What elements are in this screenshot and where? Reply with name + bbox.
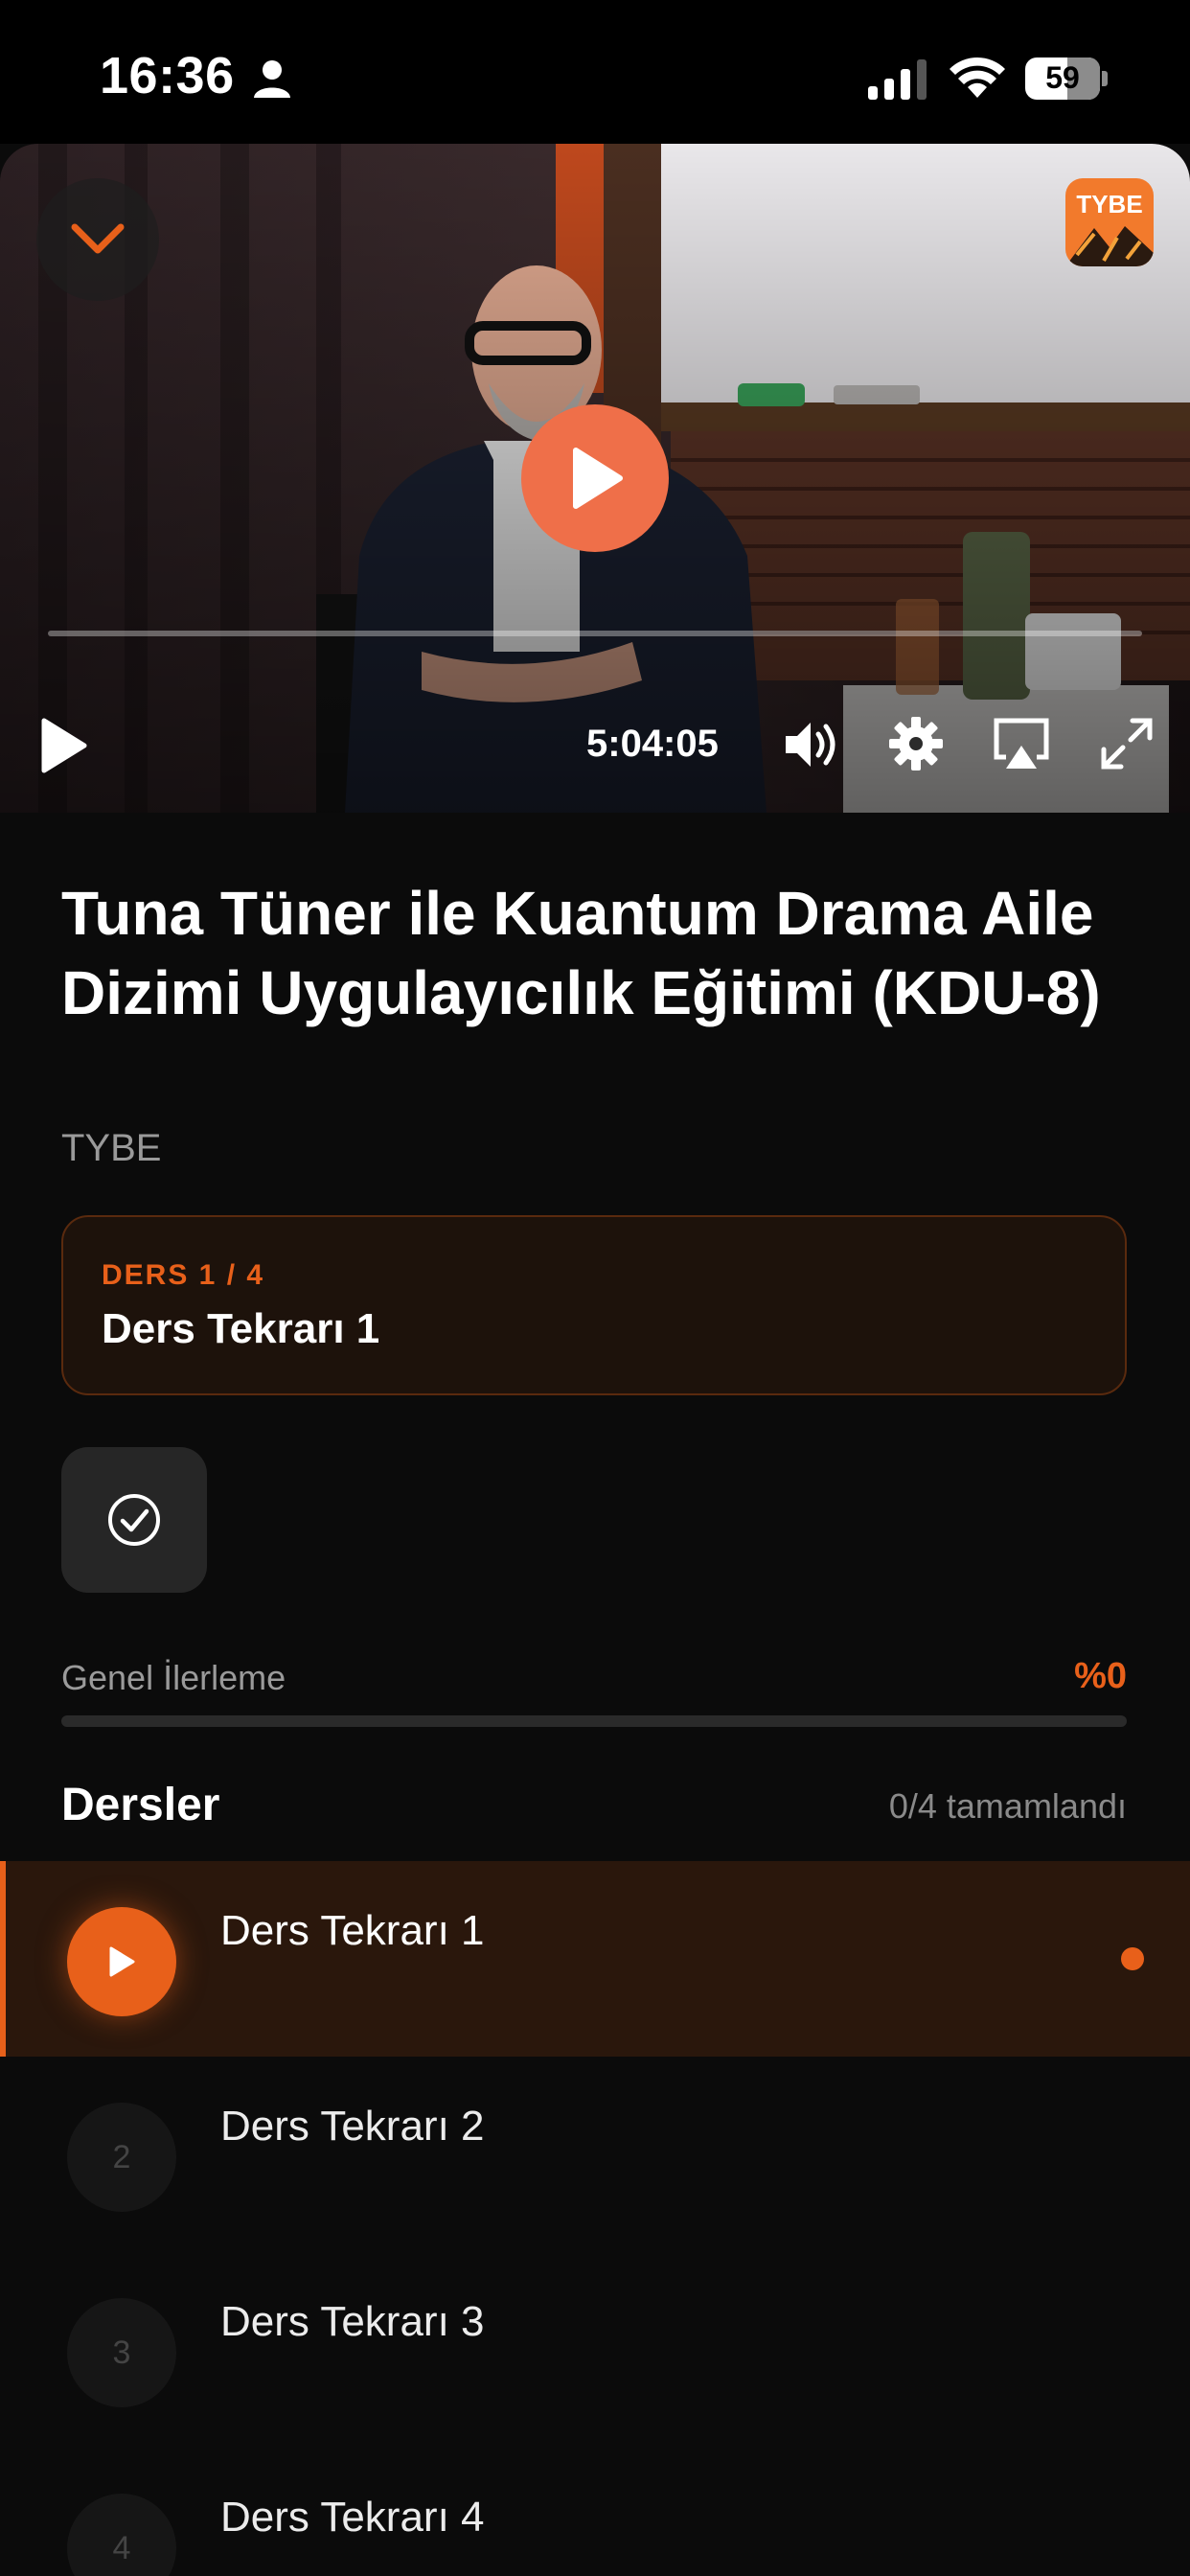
wifi-icon — [950, 57, 1005, 98]
video-timecode: 5:04:05 — [586, 723, 719, 765]
lessons-completed-count: 0/4 tamamlandı — [888, 1786, 1127, 1826]
center-play-button[interactable] — [521, 404, 669, 552]
chevron-down-icon — [71, 223, 125, 254]
volume-icon[interactable] — [782, 715, 841, 774]
logo-pattern-icon — [1065, 226, 1154, 266]
person-icon — [254, 60, 290, 98]
progress-label: Genel İlerleme — [61, 1658, 286, 1697]
lesson-number: 4 — [67, 2494, 176, 2576]
current-lesson-name: Ders Tekrarı 1 — [102, 1305, 380, 1352]
gear-icon[interactable] — [887, 715, 945, 772]
lesson-row-2[interactable]: 2 Ders Tekrarı 2 — [0, 2057, 1190, 2252]
check-circle-icon — [108, 1494, 160, 1546]
lesson-title: Ders Tekrarı 1 — [220, 1907, 485, 1954]
progress-value: %0 — [1074, 1656, 1127, 1696]
progress-bar — [61, 1715, 1127, 1727]
battery-icon: 59 — [1025, 58, 1108, 100]
video-scrubber[interactable] — [48, 631, 1142, 636]
video-player[interactable]: TYBE 5:04:05 — [0, 144, 1190, 813]
lessons-heading: Dersler — [61, 1780, 220, 1830]
current-lesson-index: DERS 1 / 4 — [102, 1259, 265, 1291]
play-icon — [573, 448, 623, 509]
lesson-title: Ders Tekrarı 3 — [220, 2298, 485, 2345]
lesson-play-button[interactable] — [67, 1907, 176, 2016]
lesson-row-4[interactable]: 4 Ders Tekrarı 4 — [0, 2448, 1190, 2576]
mark-complete-button[interactable] — [61, 1447, 207, 1593]
play-icon — [109, 1946, 135, 1977]
airplay-icon[interactable] — [993, 715, 1050, 772]
lesson-row-3[interactable]: 3 Ders Tekrarı 3 — [0, 2252, 1190, 2448]
fullscreen-icon[interactable] — [1098, 715, 1156, 772]
battery-level: 59 — [1045, 60, 1080, 95]
collapse-button[interactable] — [36, 178, 159, 301]
play-icon[interactable] — [38, 717, 88, 774]
current-indicator-dot — [1121, 1947, 1144, 1970]
signal-icon — [868, 59, 927, 100]
lesson-number: 2 — [67, 2103, 176, 2212]
lesson-row-1[interactable]: Ders Tekrarı 1 — [0, 1861, 1190, 2057]
lesson-title: Ders Tekrarı 2 — [220, 2103, 485, 2150]
lesson-title: Ders Tekrarı 4 — [220, 2494, 485, 2541]
channel-logo: TYBE — [1065, 178, 1154, 266]
status-time: 16:36 — [100, 47, 235, 104]
course-title: Tuna Tüner ile Kuantum Drama Aile Dizimi… — [61, 879, 1101, 1027]
lesson-number: 3 — [67, 2298, 176, 2407]
course-provider: TYBE — [61, 1127, 162, 1169]
status-bar: 16:36 59 — [0, 0, 1190, 144]
current-lesson-card: DERS 1 / 4 Ders Tekrarı 1 — [61, 1215, 1127, 1395]
